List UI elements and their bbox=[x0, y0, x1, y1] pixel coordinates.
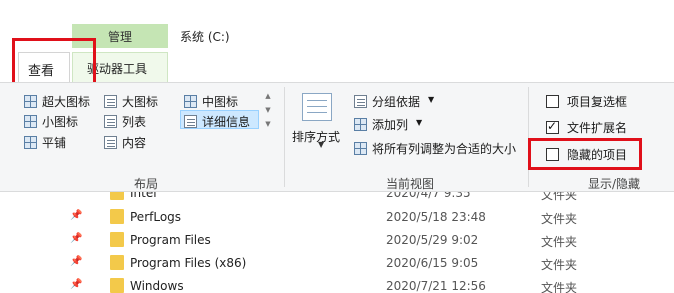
layout-list[interactable]: 列表 bbox=[122, 113, 146, 130]
show-hide-group-label: 显示/隐藏 bbox=[588, 177, 641, 191]
size-all-columns-button[interactable]: 将所有列调整为合适的大小 bbox=[372, 140, 516, 157]
add-column-dropdown-icon[interactable]: ▼ bbox=[416, 118, 422, 127]
group-by-icon bbox=[354, 95, 367, 108]
file-row[interactable]: 📌 Windows 2020/7/21 12:56 文件夹 bbox=[0, 275, 674, 293]
file-name: Windows bbox=[130, 279, 184, 293]
group-separator bbox=[528, 87, 529, 187]
file-name: Program Files bbox=[130, 233, 211, 247]
layout-details[interactable]: 详细信息 bbox=[202, 113, 250, 130]
sort-icon[interactable] bbox=[302, 93, 332, 121]
file-name-extensions-checkbox[interactable]: ✓ bbox=[546, 119, 559, 134]
file-date: 2020/4/7 9:35 bbox=[386, 192, 471, 200]
group-separator bbox=[284, 87, 285, 187]
file-row[interactable]: Intel 2020/4/7 9:35 文件夹 bbox=[0, 192, 674, 205]
highlight-hidden-items bbox=[528, 138, 642, 170]
window-title: 系统 (C:) bbox=[180, 30, 230, 44]
folder-icon bbox=[110, 255, 124, 270]
pin-icon: 📌 bbox=[70, 233, 83, 244]
folder-icon bbox=[110, 232, 124, 247]
layout-tiles[interactable]: 平铺 bbox=[42, 134, 66, 151]
file-type: 文件夹 bbox=[541, 235, 578, 249]
resize-columns-icon bbox=[354, 142, 367, 155]
file-type: 文件夹 bbox=[541, 212, 578, 226]
file-name-extensions-label: 文件扩展名 bbox=[567, 121, 628, 135]
file-list: Intel 2020/4/7 9:35 文件夹 📌 PerfLogs 2020/… bbox=[0, 192, 674, 293]
layout-extra-large-icons[interactable]: 超大图标 bbox=[42, 93, 90, 110]
file-date: 2020/5/29 9:02 bbox=[386, 233, 479, 247]
list-view-icon bbox=[104, 115, 117, 128]
file-date: 2020/6/15 9:05 bbox=[386, 256, 479, 270]
medium-icons-icon bbox=[184, 95, 197, 108]
pin-icon: 📌 bbox=[70, 279, 83, 290]
details-view-icon bbox=[184, 115, 197, 128]
file-type: 文件夹 bbox=[541, 281, 578, 293]
group-by-button[interactable]: 分组依据 bbox=[372, 93, 420, 110]
checkmark-icon: ✓ bbox=[547, 119, 558, 133]
group-by-dropdown-icon[interactable]: ▼ bbox=[428, 95, 434, 104]
folder-icon bbox=[110, 209, 124, 224]
folder-icon bbox=[110, 192, 124, 200]
file-type: 文件夹 bbox=[541, 192, 578, 202]
file-type: 文件夹 bbox=[541, 258, 578, 272]
item-checkboxes-checkbox[interactable] bbox=[546, 95, 559, 108]
layout-gallery-scroller[interactable]: ▲ ▼ ▼ bbox=[262, 89, 274, 149]
layout-medium-icons[interactable]: 中图标 bbox=[202, 93, 238, 110]
layout-group-label: 布局 bbox=[134, 177, 159, 191]
sort-dropdown-arrow-icon[interactable]: ▼ bbox=[318, 140, 324, 149]
file-name: Program Files (x86) bbox=[130, 256, 247, 270]
file-name: PerfLogs bbox=[130, 210, 182, 224]
file-row[interactable]: 📌 PerfLogs 2020/5/18 23:48 文件夹 bbox=[0, 206, 674, 229]
add-column-icon bbox=[354, 118, 367, 131]
small-icons-icon bbox=[24, 115, 37, 128]
scroll-down-icon[interactable]: ▼ bbox=[262, 103, 274, 117]
layout-small-icons[interactable]: 小图标 bbox=[42, 113, 78, 130]
file-date: 2020/7/21 12:56 bbox=[386, 279, 486, 293]
file-name: Intel bbox=[130, 192, 157, 200]
ribbon-tab-strip: 管理 系统 (C:) 查看 驱动器工具 bbox=[0, 0, 674, 98]
file-date: 2020/5/18 23:48 bbox=[386, 210, 486, 224]
sort-by-button[interactable]: 排序方式 bbox=[292, 128, 340, 145]
ribbon-panel: 超大图标 大图标 中图标 小图标 列表 详细信息 平铺 内容 ▲ ▼ ▼ 布局 … bbox=[0, 82, 674, 192]
add-column-button[interactable]: 添加列 bbox=[372, 116, 408, 133]
pin-icon: 📌 bbox=[70, 256, 83, 267]
pin-icon: 📌 bbox=[70, 210, 83, 221]
file-row[interactable]: 📌 Program Files 2020/5/29 9:02 文件夹 bbox=[0, 229, 674, 252]
current-view-group-label: 当前视图 bbox=[386, 177, 435, 191]
layout-content[interactable]: 内容 bbox=[122, 134, 146, 151]
large-icons-icon bbox=[104, 95, 117, 108]
file-row[interactable]: 📌 Program Files (x86) 2020/6/15 9:05 文件夹 bbox=[0, 252, 674, 275]
item-checkboxes-label: 项目复选框 bbox=[567, 95, 628, 109]
content-view-icon bbox=[104, 136, 117, 149]
tiles-icon bbox=[24, 136, 37, 149]
extra-large-icons-icon bbox=[24, 95, 37, 108]
gallery-expand-icon[interactable]: ▼ bbox=[262, 117, 274, 131]
scroll-up-icon[interactable]: ▲ bbox=[262, 89, 274, 103]
layout-large-icons[interactable]: 大图标 bbox=[122, 93, 158, 110]
folder-icon bbox=[110, 278, 124, 293]
tab-drive-tools-label: 驱动器工具 bbox=[87, 62, 148, 76]
